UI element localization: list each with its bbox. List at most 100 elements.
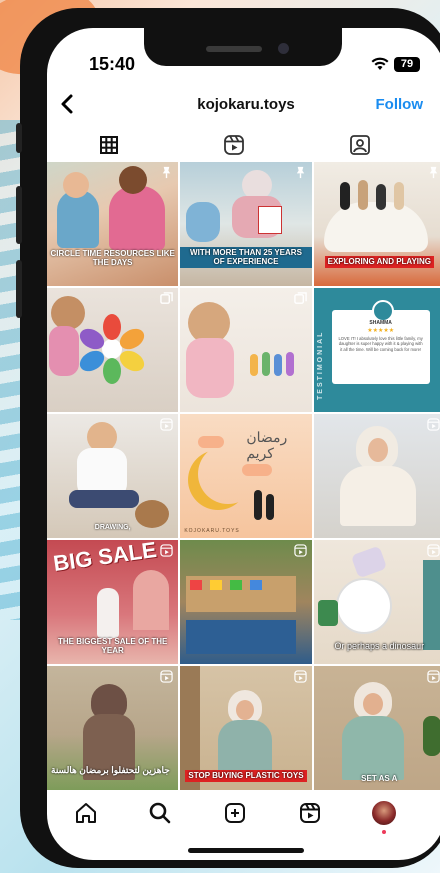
nav-profile[interactable] [369,798,399,834]
nav-search[interactable] [145,798,175,828]
quote-icon [371,300,394,322]
nav-reels[interactable] [295,798,325,828]
post-tile[interactable]: BIG SALE THE BIGGEST SALE OF THE YEAR [47,540,179,664]
phone-screen: 15:40 79 kojokaru.toys Follow CIRCLE TIM… [47,28,440,860]
photo-child-head [63,172,89,198]
post-tile[interactable]: Or perhaps a dinosaur [313,540,440,664]
mute-switch [16,123,22,153]
reel-icon [427,544,440,557]
reels-icon [300,803,320,823]
nav-home[interactable] [71,798,101,828]
create-icon [225,803,245,823]
photo-plant [422,716,440,756]
photo-table [186,620,297,654]
post-caption: DRAWING, [94,523,131,531]
battery-indicator: 79 [394,57,420,72]
photo-peg-doll [266,494,275,520]
volume-up-button [16,186,22,244]
pinned-icon [429,166,438,179]
carousel-icon [160,292,174,304]
photo-toy [210,580,223,590]
photo-paint-palette [335,578,392,634]
photo-cup [317,600,338,626]
home-indicator[interactable] [188,848,304,853]
photo-peg-doll [254,490,263,520]
photo-peg-doll [375,184,386,210]
pinned-icon [163,166,171,179]
reel-icon [160,418,174,431]
photo-peg-doll [262,352,271,376]
reel-icon [293,670,307,683]
post-tile[interactable]: EXPLORING AND PLAYING [313,162,440,286]
post-tile[interactable]: رمضان كريم KOJOKARU.TOYS [180,414,312,538]
profile-avatar [372,801,396,825]
post-tile[interactable] [180,288,312,412]
photo-child-head [51,296,85,330]
tab-tagged[interactable] [340,132,380,158]
photo-face [362,693,383,715]
photo-peg-doll [274,354,283,376]
photo-toy [190,580,203,590]
photo-child-legs [69,490,139,508]
carousel-icon [293,292,307,304]
photo-woman [339,466,416,526]
cloud-shape [242,464,273,476]
ramadan-calligraphy: رمضان كريم [246,430,288,462]
brand-watermark: KOJOKARU.TOYS [184,528,240,534]
post-caption: STOP BUYING PLASTIC TOYS [180,770,311,782]
post-tile[interactable]: DRAWING, [47,414,179,538]
post-tile[interactable]: CIRCLE TIME RESOURCES LIKE THE DAYS [47,162,179,286]
photo-child [109,186,165,250]
post-caption: THE BIGGEST SALE OF THE YEAR [57,636,168,656]
tagged-icon [350,135,370,155]
photo-woman [97,588,119,638]
post-tile[interactable] [47,288,179,412]
speaker [206,46,262,52]
posts-grid: CIRCLE TIME RESOURCES LIKE THE DAYS WITH… [47,162,440,790]
photo-child-head [119,166,147,194]
tab-reels[interactable] [214,132,254,158]
photo-flashcard [258,206,283,234]
reel-icon [427,670,440,683]
post-tile[interactable]: WITH MORE THAN 25 YEARS OF EXPERIENCE [180,162,312,286]
phone-frame: 15:40 79 kojokaru.toys Follow CIRCLE TIM… [16,8,440,868]
notification-dot [382,830,386,834]
post-tile[interactable]: TESTIMONIAL SHAMMA ★★★★★ LOVE IT! I abso… [313,288,440,412]
post-tile[interactable]: SET AS A [313,666,440,790]
photo-arch [133,570,169,630]
nav-create[interactable] [220,798,250,828]
post-caption: EXPLORING AND PLAYING [314,256,440,268]
photo-wooden-stand [323,202,428,252]
post-caption: جاهزين لتحتفلوا برمضان هالسنة [51,765,170,776]
follow-button[interactable]: Follow [376,96,424,113]
photo-sleeve [422,560,440,650]
reel-icon [427,418,440,431]
testimonial-label: TESTIMONIAL [316,330,324,400]
grid-icon [100,136,118,154]
photo-peg-doll [250,354,259,376]
photo-child [57,190,99,248]
photo-toy [250,580,263,590]
post-tile[interactable] [180,540,312,664]
search-icon [149,802,171,824]
photo-face [367,438,388,462]
front-camera [278,43,289,54]
post-tile[interactable]: STOP BUYING PLASTIC TOYS [180,666,312,790]
photo-peg-doll [286,352,295,376]
photo-peg-doll [393,182,404,210]
post-caption: Or perhaps a dinosaur [334,641,425,652]
post-caption: CIRCLE TIME RESOURCES LIKE THE DAYS [50,248,175,268]
photo-rainbow-flower [79,314,145,384]
cloud-shape [198,436,225,448]
reel-icon [160,544,174,557]
post-tile[interactable]: جاهزين لتحتفلوا برمضان هالسنة [47,666,179,790]
testimonial-card: SHAMMA ★★★★★ LOVE IT! I absolutely love … [331,300,430,384]
post-tile[interactable] [313,414,440,538]
rating-stars: ★★★★★ [367,328,395,334]
photo-child [186,202,221,242]
photo-peg-doll [339,182,350,210]
home-icon [76,803,96,823]
notch [144,28,342,66]
tab-grid[interactable] [89,132,129,158]
wifi-icon [371,56,389,76]
